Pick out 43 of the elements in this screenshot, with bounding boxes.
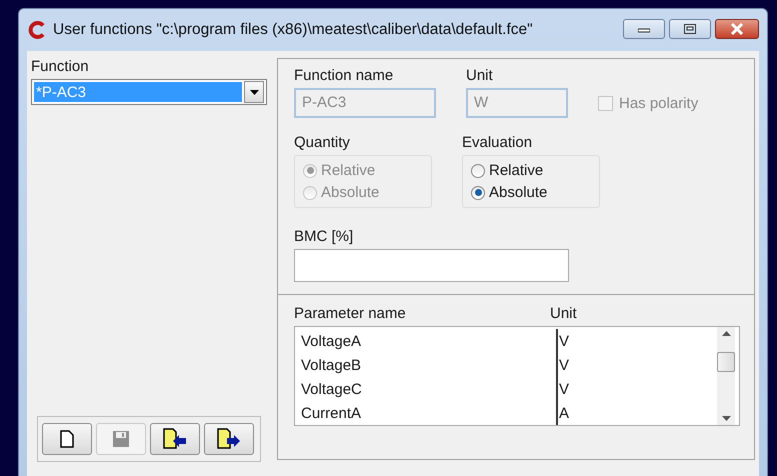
page-right-arrow-icon bbox=[217, 428, 241, 450]
window-title: User functions "c:\program files (x86)\meatest\caliber\data\default.fce" bbox=[53, 21, 534, 39]
maximize-icon bbox=[684, 24, 696, 34]
column-header: Unit bbox=[550, 305, 577, 322]
blank-page-icon bbox=[60, 430, 74, 448]
toolbar-button[interactable] bbox=[150, 423, 200, 455]
toolbar-button[interactable] bbox=[204, 423, 254, 455]
column-header: Parameter name bbox=[294, 305, 407, 322]
page-left-arrow-icon bbox=[163, 428, 187, 450]
radio-button[interactable] bbox=[471, 164, 485, 178]
parameter-name-cell-text: VoltageC bbox=[300, 380, 363, 398]
maximize-button[interactable] bbox=[669, 19, 711, 39]
unit-cell: V bbox=[556, 377, 570, 401]
field-label: BMC [%] bbox=[294, 228, 354, 245]
app-logo-icon bbox=[27, 20, 47, 40]
radio-button[interactable] bbox=[471, 186, 485, 200]
parameter-name-cell-text: VoltageA bbox=[300, 332, 362, 350]
unit-cell: V bbox=[556, 329, 570, 353]
unit-cell: A bbox=[556, 401, 570, 425]
close-button[interactable] bbox=[715, 19, 759, 39]
parameter-name-cell-text: VoltageB bbox=[300, 356, 362, 374]
dropdown-arrow-icon bbox=[250, 90, 258, 94]
radio-label: Absolute bbox=[321, 184, 380, 201]
close-icon bbox=[730, 23, 744, 35]
bmc-input-field[interactable] bbox=[294, 249, 569, 282]
minimize-button[interactable] bbox=[623, 19, 665, 39]
group-label: Evaluation bbox=[462, 134, 534, 151]
field-label: Unit bbox=[466, 67, 494, 84]
unit-cell: V bbox=[556, 353, 570, 377]
toolbar-button[interactable] bbox=[42, 423, 92, 455]
scroll-down-arrow-icon[interactable] bbox=[722, 416, 730, 421]
group-label: Quantity bbox=[294, 134, 351, 151]
radio-label: Relative bbox=[321, 162, 376, 179]
checkbox-label: Has polarity bbox=[619, 95, 698, 112]
parameter-name-cell-text: CurrentA bbox=[300, 404, 362, 422]
radio-label: Relative bbox=[489, 162, 544, 179]
field-label: Function bbox=[31, 58, 90, 75]
radio-label: Absolute bbox=[489, 184, 548, 201]
scroll-up-arrow-icon[interactable] bbox=[722, 331, 730, 336]
vertical-scrollbar[interactable] bbox=[717, 327, 735, 425]
field-label: Function name bbox=[294, 67, 394, 84]
function-dropdown[interactable]: *P-AC3 bbox=[31, 79, 267, 105]
scrollbar-thumb[interactable] bbox=[717, 352, 735, 372]
